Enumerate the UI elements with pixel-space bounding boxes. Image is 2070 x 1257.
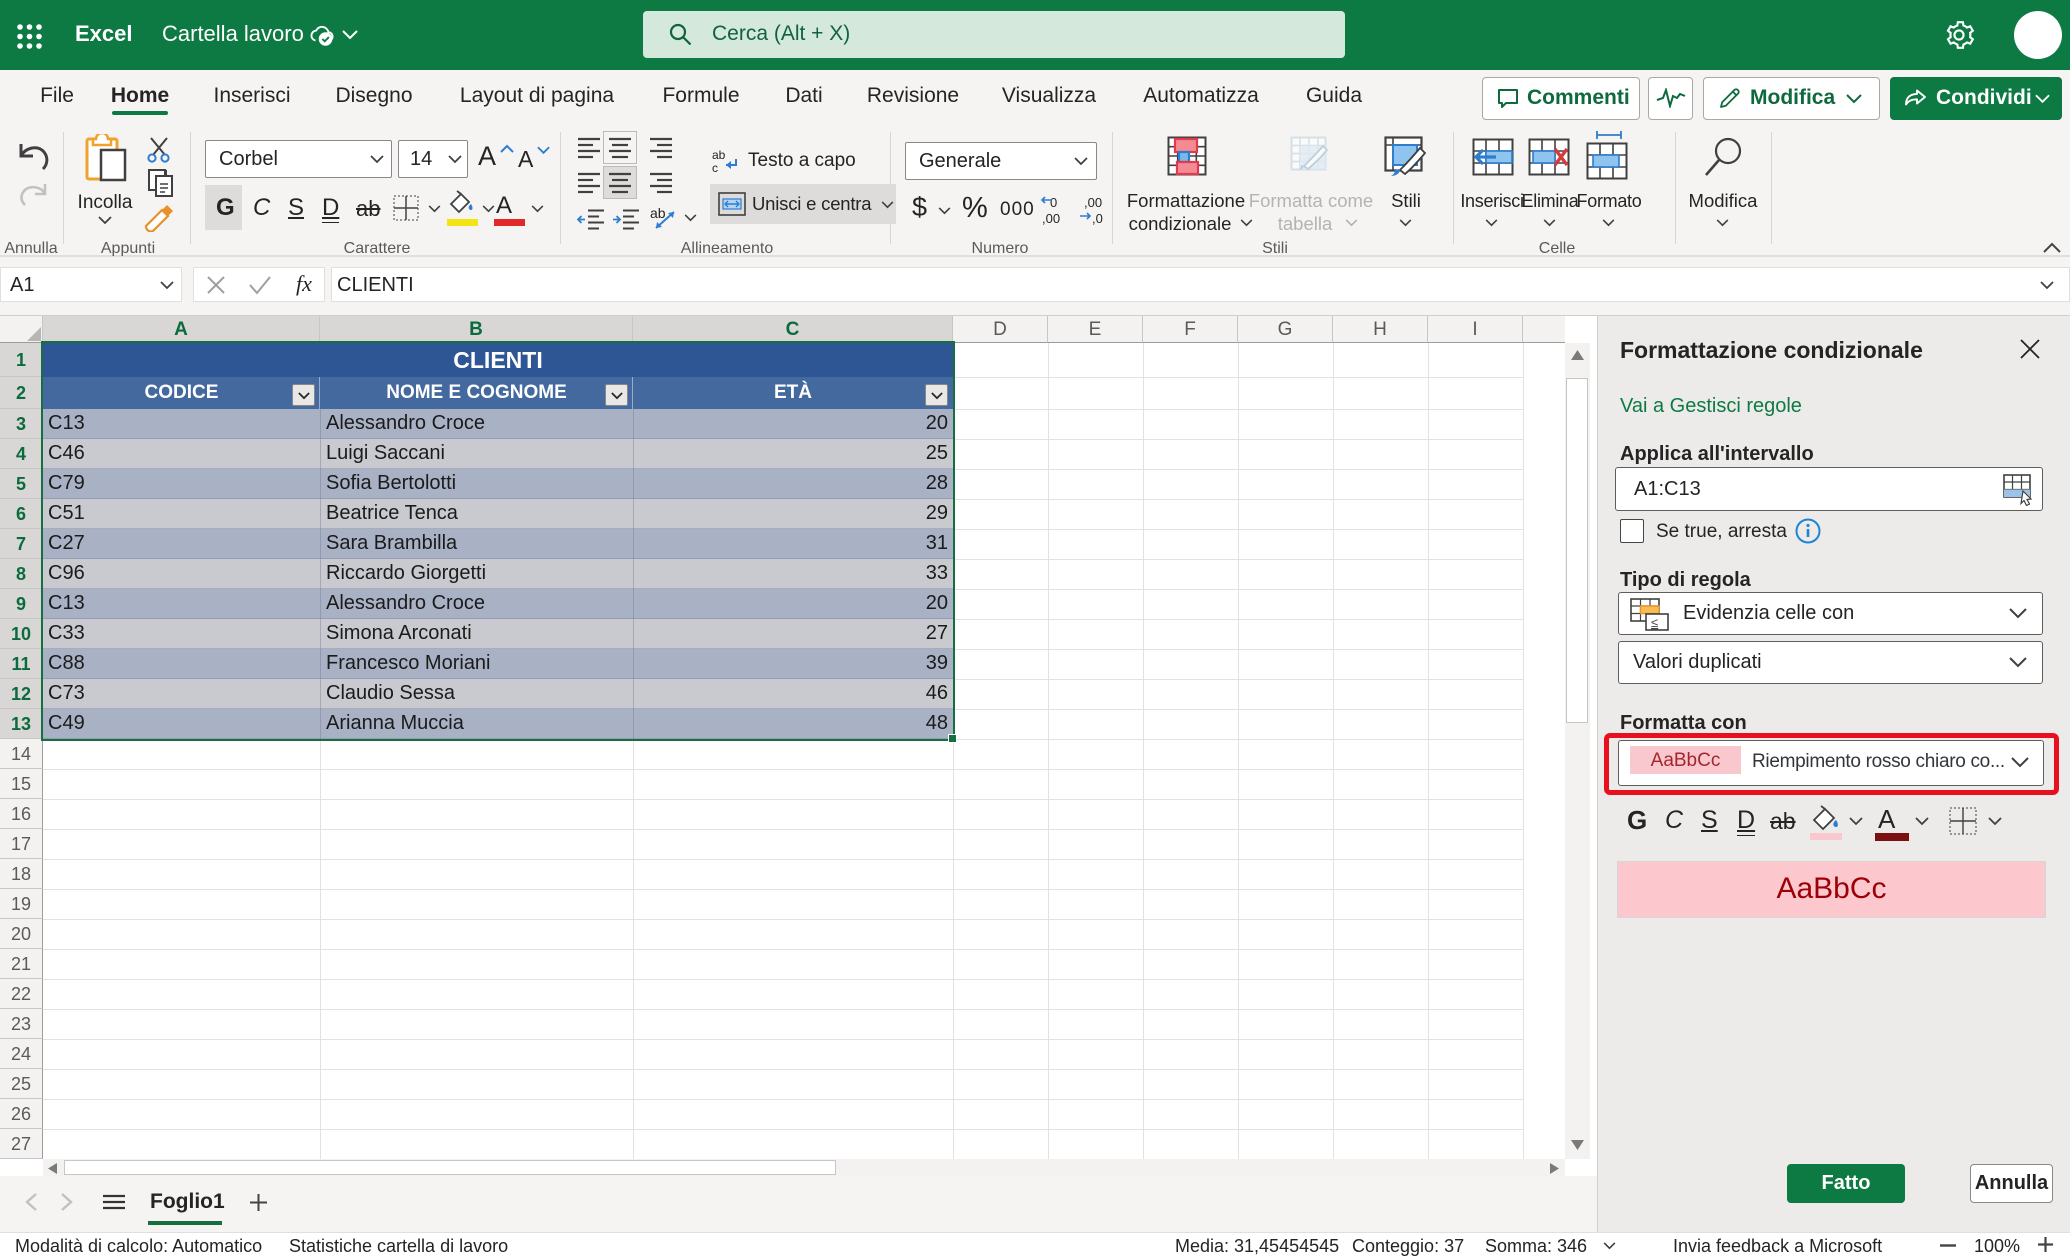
svg-text:,00: ,00	[1084, 195, 1102, 210]
svg-text:≤: ≤	[1651, 615, 1658, 630]
svg-text:ab: ab	[712, 148, 726, 162]
svg-text:ab: ab	[650, 205, 666, 221]
svg-text:,0: ,0	[1092, 211, 1103, 226]
svg-text:,00: ,00	[1042, 211, 1060, 226]
svg-text:c: c	[712, 161, 718, 174]
svg-text:0: 0	[1050, 195, 1057, 210]
